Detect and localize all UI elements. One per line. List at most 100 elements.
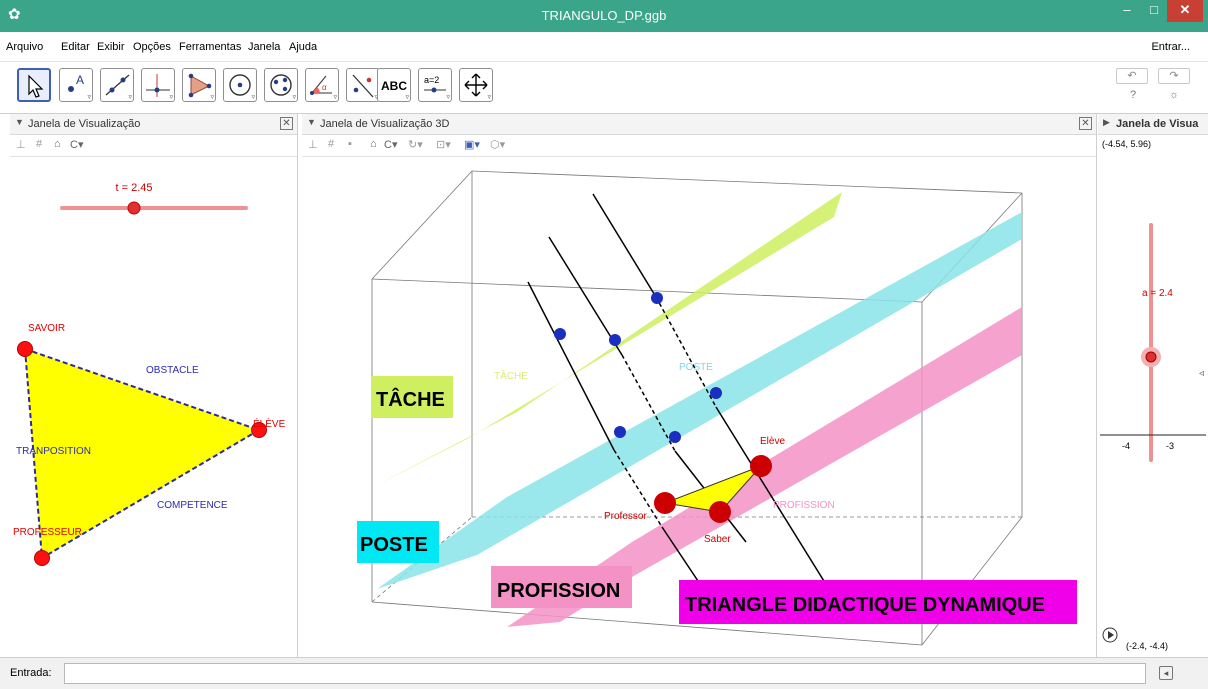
vertex-savoir[interactable] bbox=[17, 341, 33, 357]
corner-bottom-coords: (-2.4, -4.4) bbox=[1126, 641, 1168, 651]
minimize-button[interactable]: – bbox=[1113, 0, 1141, 22]
point-capture-icon[interactable]: C▾ bbox=[70, 138, 83, 151]
label-professor-3d: Professor bbox=[604, 511, 647, 522]
axes-toggle-icon[interactable]: ⊥ bbox=[308, 138, 318, 151]
graphics-3d-title: Janela de Visualização 3D bbox=[320, 118, 450, 130]
label-obstacle: OBSTACLE bbox=[146, 365, 199, 376]
slider-icon: a=2 bbox=[424, 75, 446, 93]
plane-poste-caption: POSTE bbox=[679, 362, 713, 373]
svg-text:A: A bbox=[76, 73, 84, 87]
toolbar: A▿ ▿ ▿ ▿ ▿ ▿ α▿ ▿ ABC▿ a=2▿ ▿ ↶ ↷ ? ☼ bbox=[0, 62, 1208, 114]
menu-arquivo[interactable]: Arquivo bbox=[6, 41, 43, 53]
line-icon bbox=[105, 74, 130, 96]
circle-icon bbox=[229, 74, 251, 96]
svg-text:α: α bbox=[322, 83, 327, 92]
corner-top-coords: (-4.54, 5.96) bbox=[1102, 139, 1151, 149]
slider-a-label: a = 2.4 bbox=[1142, 288, 1173, 299]
slider-tool-button[interactable]: a=2 ▿ bbox=[418, 68, 452, 102]
input-label: Entrada: bbox=[10, 667, 52, 679]
view-direction-icon[interactable]: ⊡▾ bbox=[436, 138, 451, 151]
graphics-view-2-panel: ▶ Janela de Visua (-4.54, 5.96) a = 2.4 … bbox=[1098, 114, 1208, 657]
point-tool-button[interactable]: A ▿ bbox=[59, 68, 93, 102]
collapse-arrow-icon[interactable]: ▼ bbox=[307, 117, 316, 127]
line-tool-button[interactable]: ▿ bbox=[100, 68, 134, 102]
graphics-3d-header: ▼ Janela de Visualização 3D ✕ bbox=[302, 114, 1096, 135]
ellipse-tool-button[interactable]: ▿ bbox=[264, 68, 298, 102]
collapse-arrow-icon[interactable]: ▼ bbox=[15, 117, 24, 127]
menu-janela[interactable]: Janela bbox=[248, 41, 280, 53]
graphics-3d-style-bar: ⊥ # ▪ ⌂ C▾ ↻▾ ⊡▾ ▣▾ ⬡▾ bbox=[302, 135, 1096, 157]
graphics-view-title: Janela de Visualização bbox=[28, 118, 141, 130]
close-panel-icon[interactable]: ✕ bbox=[1079, 117, 1092, 130]
graphics-view-header: ▼ Janela de Visualização ✕ bbox=[10, 114, 297, 135]
move-graphics-tool-button[interactable]: ▿ bbox=[459, 68, 493, 102]
menu-exibir[interactable]: Exibir bbox=[97, 41, 125, 53]
menu-ferramentas[interactable]: Ferramentas bbox=[179, 41, 241, 53]
home-icon[interactable]: ⌂ bbox=[54, 138, 61, 150]
title-box-label: TRIANGLE DIDACTIQUE DYNAMIQUE bbox=[685, 594, 1045, 616]
close-panel-icon[interactable]: ✕ bbox=[280, 117, 293, 130]
graphics-view-panel: ▼ Janela de Visualização ✕ ⊥ # ⌂ C▾ t = … bbox=[10, 114, 298, 657]
redo-button[interactable]: ↷ bbox=[1158, 68, 1190, 84]
grid-toggle-icon[interactable]: # bbox=[36, 138, 42, 150]
tick-minus-3: -3 bbox=[1166, 441, 1174, 451]
angle-tool-button[interactable]: α ▿ bbox=[305, 68, 339, 102]
keyboard-toggle-icon[interactable]: ◂ bbox=[1159, 666, 1173, 680]
label-eleve-3d: Elève bbox=[760, 436, 785, 447]
window-title: TRIANGULO_DP.ggb bbox=[541, 8, 667, 23]
text-tool-button[interactable]: ABC ▿ bbox=[377, 68, 411, 102]
point-eleve[interactable] bbox=[750, 455, 772, 477]
projection-icon[interactable]: ⬡▾ bbox=[490, 138, 505, 151]
label-savoir: SAVOIR bbox=[28, 323, 65, 334]
slider-a-handle[interactable] bbox=[1145, 351, 1157, 363]
point-icon: A bbox=[68, 73, 84, 92]
input-bar: Entrada: ◂ bbox=[0, 657, 1208, 689]
polygon-tool-button[interactable]: ▿ bbox=[182, 68, 216, 102]
move-arrows-icon bbox=[464, 73, 488, 97]
text-tool-label: ABC bbox=[381, 79, 407, 93]
menu-editar[interactable]: Editar bbox=[61, 41, 90, 53]
menu-opcoes[interactable]: Opções bbox=[133, 41, 171, 53]
grid-toggle-icon[interactable]: # bbox=[328, 138, 334, 150]
perpendicular-tool-button[interactable]: ▿ bbox=[141, 68, 175, 102]
text-icon: ABC bbox=[381, 79, 407, 93]
settings-icon[interactable]: ☼ bbox=[1169, 89, 1179, 101]
graphics-view-canvas: t = 2.45 SAVOIR OBSTACLE ÉLÈVE TRANPOSIT… bbox=[13, 182, 286, 566]
slider-t-handle[interactable] bbox=[127, 201, 141, 215]
vertex-professeur[interactable] bbox=[34, 550, 50, 566]
label-tranposition: TRANPOSITION bbox=[16, 446, 91, 457]
rotate-view-icon[interactable]: ↻▾ bbox=[408, 138, 423, 151]
expand-arrow-icon[interactable]: ▶ bbox=[1103, 117, 1110, 128]
point-capture-icon[interactable]: C▾ bbox=[384, 138, 397, 151]
title-bar: ✿ TRIANGULO_DP.ggb – □ ✕ bbox=[0, 0, 1208, 32]
point-professor[interactable] bbox=[654, 492, 676, 514]
menu-bar: Arquivo Editar Exibir Opções Ferramentas… bbox=[0, 32, 1208, 62]
tache-box-label: TÂCHE bbox=[376, 387, 445, 411]
move-tool-button[interactable] bbox=[17, 68, 51, 102]
close-button[interactable]: ✕ bbox=[1167, 0, 1203, 22]
poste-box-label: POSTE bbox=[360, 534, 428, 556]
login-link[interactable]: Entrar... bbox=[1151, 41, 1190, 53]
angle-icon: α bbox=[310, 75, 332, 95]
home-icon[interactable]: ⌂ bbox=[370, 138, 377, 150]
clipping-icon[interactable]: ▣▾ bbox=[464, 138, 480, 151]
help-icon[interactable]: ? bbox=[1130, 89, 1136, 101]
tick-minus-4: -4 bbox=[1122, 441, 1130, 451]
side-expand-icon[interactable]: ◃ bbox=[1199, 368, 1204, 379]
graphics-view-2-title: Janela de Visua bbox=[1116, 118, 1199, 130]
undo-button[interactable]: ↶ bbox=[1116, 68, 1148, 84]
play-icon bbox=[1108, 631, 1114, 639]
command-input[interactable] bbox=[64, 663, 1146, 684]
plane-toggle-icon[interactable]: ▪ bbox=[348, 138, 352, 150]
reflect-icon bbox=[352, 74, 374, 98]
menu-ajuda[interactable]: Ajuda bbox=[289, 41, 317, 53]
graphics-style-bar: ⊥ # ⌂ C▾ bbox=[10, 135, 297, 157]
ellipse-icon bbox=[270, 74, 292, 96]
circle-tool-button[interactable]: ▿ bbox=[223, 68, 257, 102]
maximize-button[interactable]: □ bbox=[1140, 0, 1168, 22]
slider-t-label: t = 2.45 bbox=[115, 182, 152, 194]
point-saber[interactable] bbox=[709, 501, 731, 523]
reflect-tool-button[interactable]: ▿ bbox=[346, 68, 380, 102]
plane-tache-caption: TÂCHE bbox=[494, 369, 528, 382]
axes-toggle-icon[interactable]: ⊥ bbox=[16, 138, 26, 151]
